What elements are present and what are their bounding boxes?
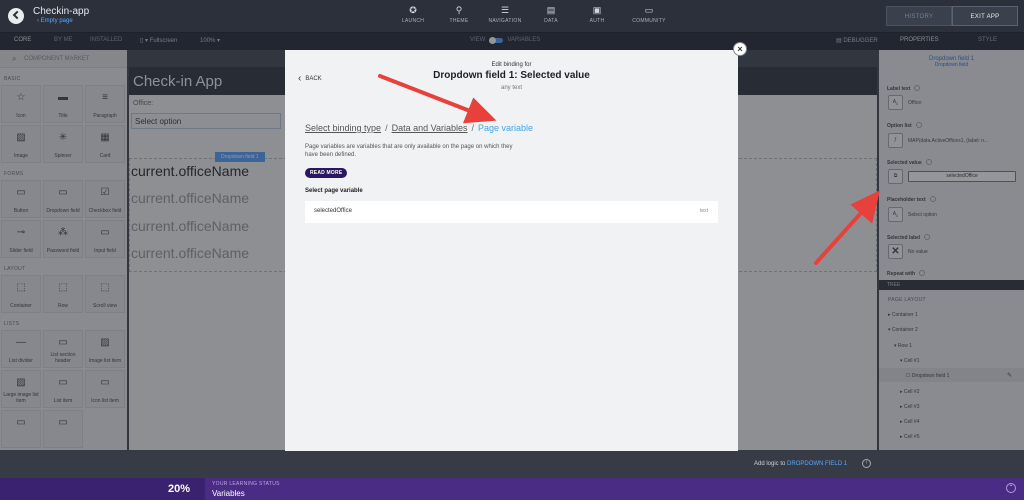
page-variable-option[interactable]: selectedOffice text <box>305 201 718 223</box>
add-logic-target[interactable]: DROPDOWN FIELD 1 <box>787 461 847 467</box>
modal-title: Dropdown field 1: Selected value <box>433 70 590 81</box>
community-icon: ▭ <box>644 5 654 15</box>
auth-icon: ▣ <box>592 5 602 15</box>
learning-title: YOUR LEARNING STATUS <box>212 481 280 487</box>
breadcrumb-data-variables[interactable]: Data and Variables <box>392 123 468 133</box>
add-logic-icon[interactable]: ↑ <box>862 459 871 468</box>
expand-icon[interactable]: ⌃ <box>1006 483 1016 493</box>
page-selector-label: Empty page <box>40 18 73 24</box>
rocket-icon: ✪ <box>409 5 417 15</box>
top-nav: ✪ LAUNCH ⚲ THEME ☰ NAVIGATION ▤ DATA ▣ AUTH ▭ COMMU… <box>390 4 678 24</box>
nav-theme[interactable]: ⚲ THEME <box>436 4 482 24</box>
nav-auth[interactable]: ▣ AUTH <box>574 4 620 24</box>
nav-data[interactable]: ▤ DATA <box>528 4 574 24</box>
data-icon: ▤ <box>546 5 556 15</box>
history-button[interactable]: HISTORY <box>886 6 952 26</box>
nav-community[interactable]: ▭ COMMUNITY <box>620 4 678 24</box>
select-variable-label: Select page variable <box>305 188 363 194</box>
app-title: Checkin-app <box>33 6 90 17</box>
add-logic-text: Add logic to DROPDOWN FIELD 1 <box>754 461 847 467</box>
logic-bar: Add logic to DROPDOWN FIELD 1 ↑ <box>0 450 1024 478</box>
back-logo-icon[interactable] <box>8 8 24 24</box>
exit-app-button[interactable]: EXIT APP <box>952 6 1018 26</box>
page-selector[interactable]: ‹ Empty page <box>37 18 73 24</box>
top-bar: Checkin-app ‹ Empty page ✪ LAUNCH ⚲ THEME ☰ N… <box>0 0 1024 32</box>
nav-label: NAVIGATION <box>488 18 522 24</box>
nav-label: THEME <box>449 18 469 24</box>
page-variable-description: Page variables are variables that are on… <box>305 144 513 158</box>
breadcrumb-binding-type[interactable]: Select binding type <box>305 123 381 133</box>
edit-binding-modal: ‹ BACK Edit binding for Dropdown field 1:… <box>285 50 738 451</box>
add-logic-label: Add logic to <box>754 461 786 467</box>
modal-type: any text <box>500 85 522 91</box>
theme-icon: ⚲ <box>455 5 463 15</box>
nav-launch[interactable]: ✪ LAUNCH <box>390 4 436 24</box>
breadcrumb: Select binding type / Data and Variables / P… <box>305 123 534 133</box>
learning-status-bar: 20% YOUR LEARNING STATUS Variables ⌃ <box>0 478 1024 500</box>
learning-percent: 20% <box>168 483 191 495</box>
read-more-button[interactable]: READ MORE <box>305 168 348 178</box>
variable-type: text <box>699 208 708 214</box>
variable-name: selectedOffice <box>314 208 352 214</box>
nav-label: DATA <box>544 18 558 24</box>
learning-topic[interactable]: Variables <box>212 489 245 498</box>
nav-navigation[interactable]: ☰ NAVIGATION <box>482 4 528 24</box>
nav-label: COMMUNITY <box>632 18 666 24</box>
nav-label: LAUNCH <box>401 18 425 24</box>
nav-label: AUTH <box>589 18 605 24</box>
modal-subheading: Edit binding for <box>491 62 532 68</box>
breadcrumb-page-variable: Page variable <box>477 123 534 133</box>
close-icon[interactable]: × <box>733 42 747 56</box>
navigation-icon: ☰ <box>500 5 510 15</box>
